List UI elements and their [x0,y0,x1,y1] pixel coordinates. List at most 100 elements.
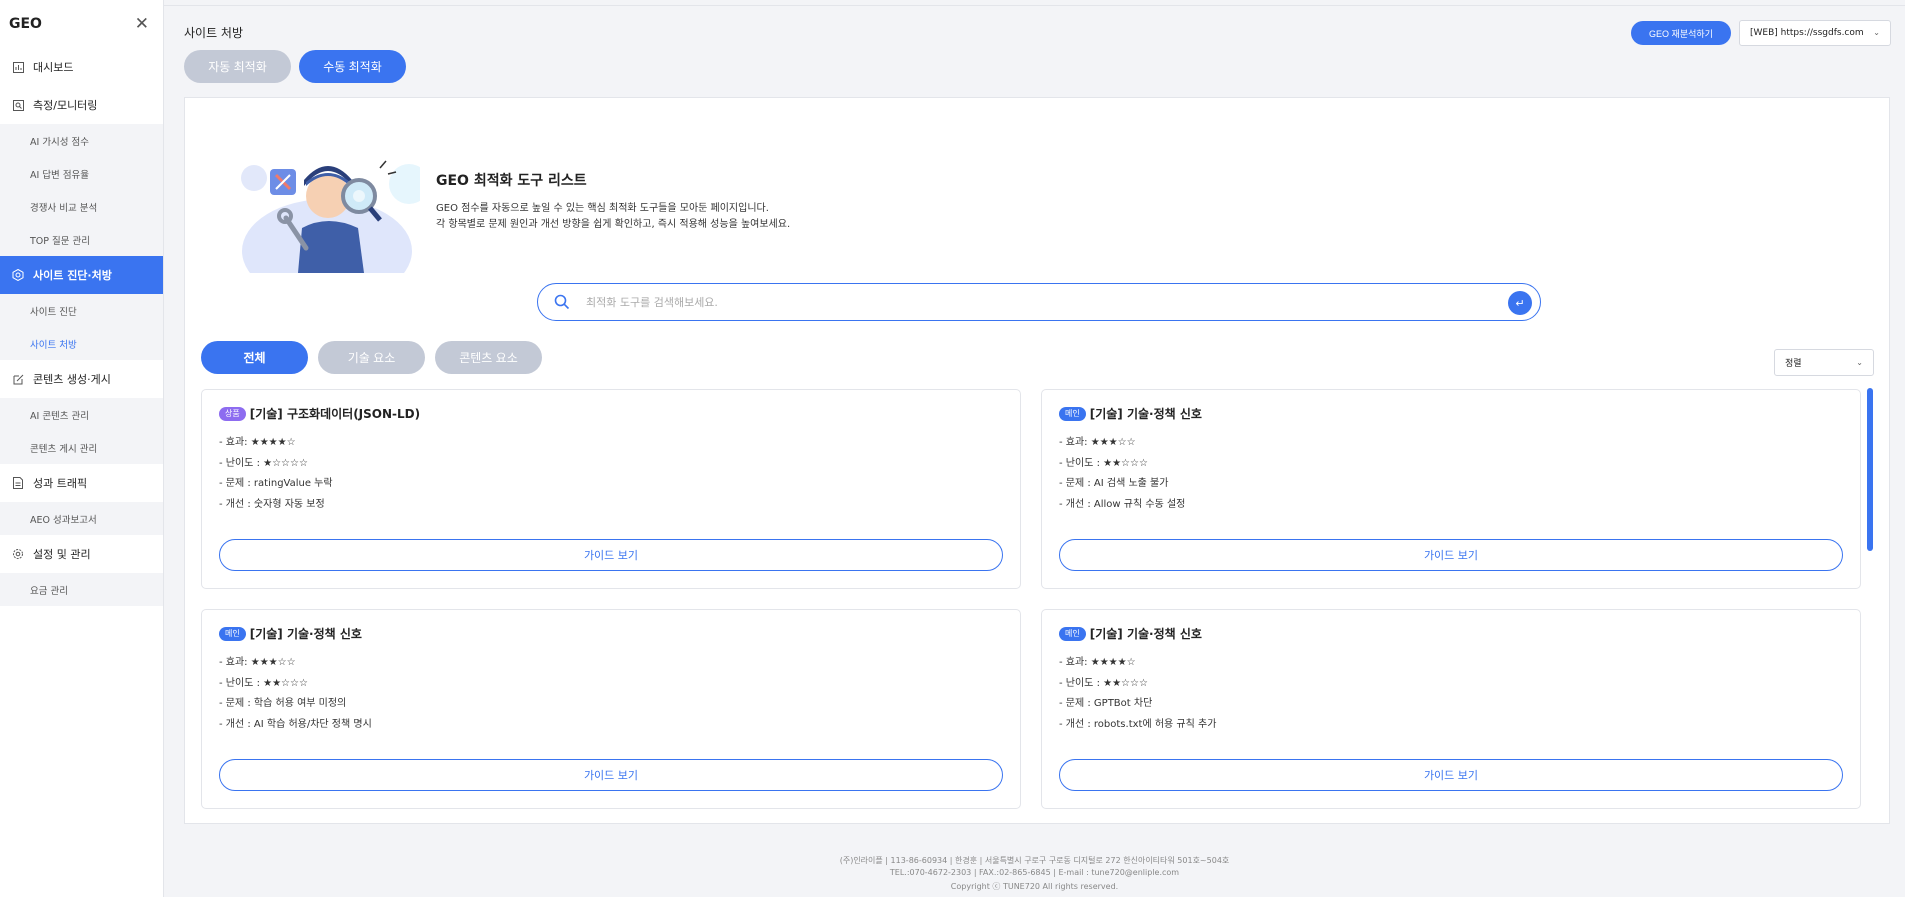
sidebar-sub-billing[interactable]: 요금 관리 [0,573,163,606]
footer-contact: TEL.:070-4672-2303 | FAX.:02-865-6845 | … [889,868,1180,877]
chevron-down-icon: ⌄ [1873,28,1880,37]
sidebar-sub-content-publish[interactable]: 콘텐츠 게시 관리 [0,431,163,464]
card-effect: - 효과: ★★★☆☆ [219,657,296,668]
sidebar-sub-top-questions[interactable]: TOP 질문 관리 [0,223,163,256]
sidebar: GEO ✕ 대시보드 측정/모니터링 AI 가시성 점수 AI 답변 점유율 경… [0,0,164,897]
nav-group-dashboard: 대시보드 [0,48,163,86]
sort-value: 정렬 [1785,359,1802,369]
card-effect: - 효과: ★★★☆☆ [1059,437,1136,448]
card-difficulty: - 난이도 : ★★☆☆☆ [219,678,308,689]
category-badge: 상품 [219,406,246,421]
sidebar-sub-competitor[interactable]: 경쟁사 비교 분석 [0,190,163,223]
hero-description: 각 항목별로 문제 원인과 개선 방향을 쉽게 확인하고, 즉시 적용해 성능을… [436,219,791,230]
search-input[interactable] [586,292,1486,312]
sidebar-sub-ai-content[interactable]: AI 콘텐츠 관리 [0,398,163,431]
card-difficulty: - 난이도 : ★☆☆☆☆ [219,458,308,469]
site-select[interactable]: [WEB] https://ssgdfs.com ⌄ [1739,20,1891,46]
sidebar-item-label: 사이트 진단·처방 [33,269,112,282]
enter-icon[interactable]: ↵ [1508,291,1532,315]
nav-group-monitoring: 측정/모니터링 AI 가시성 점수 AI 답변 점유율 경쟁사 비교 분석 TO… [0,86,163,256]
sidebar-item-label: 설정 및 관리 [33,548,91,561]
guide-button[interactable]: 가이드 보기 [1059,539,1843,571]
card-title: [기술] 기술·정책 신호 [1089,627,1202,641]
footer-company-info: (주)인라이플 | 113-86-60934 | 한경훈 | 서울특별시 구로구… [839,856,1230,865]
card-problem: - 문제 : AI 검색 노출 불가 [1059,478,1169,489]
card-difficulty: - 난이도 : ★★☆☆☆ [1059,458,1148,469]
card-effect: - 효과: ★★★★☆ [1059,657,1136,668]
sidebar-sub-aeo-report[interactable]: AEO 성과보고서 [0,502,163,535]
chevron-down-icon: ⌄ [1856,358,1863,367]
scrollbar[interactable] [1867,388,1873,551]
sidebar-item-content[interactable]: 콘텐츠 생성·게시 [0,360,163,398]
nav-group-settings: 설정 및 관리 요금 관리 [0,535,163,606]
guide-button[interactable]: 가이드 보기 [219,539,1003,571]
card-problem: - 문제 : ratingValue 누락 [219,478,333,489]
sidebar-item-label: 대시보드 [33,61,74,74]
reanalyze-button[interactable]: GEO 재분석하기 [1631,21,1731,45]
card-title: [기술] 기술·정책 신호 [1089,407,1202,421]
close-icon[interactable]: ✕ [135,14,149,34]
sidebar-item-label: 측정/모니터링 [33,99,98,112]
guide-button[interactable]: 가이드 보기 [219,759,1003,791]
sidebar-sub-site-diagnosis[interactable]: 사이트 진단 [0,294,163,327]
card-header: 상품 [기술] 구조화데이터(JSON-LD) [219,405,420,422]
card-title: [기술] 기술·정책 신호 [249,627,362,641]
top-divider [164,5,1905,6]
sidebar-item-label: 콘텐츠 생성·게시 [33,373,111,386]
logo: GEO [9,16,42,32]
submenu-settings: 요금 관리 [0,573,163,606]
site-select-value: [WEB] https://ssgdfs.com [1750,28,1864,38]
card-problem: - 문제 : 학습 허용 여부 미정의 [219,698,347,709]
card-difficulty: - 난이도 : ★★☆☆☆ [1059,678,1148,689]
hero-description: GEO 점수를 자동으로 높일 수 있는 핵심 최적화 도구들을 모아둔 페이지… [436,203,769,214]
sidebar-item-diagnosis[interactable]: 사이트 진단·처방 [0,256,163,294]
card-improve: - 개선 : 숫자형 자동 보정 [219,499,325,510]
category-badge: 메인 [1059,406,1086,421]
submenu-performance: AEO 성과보고서 [0,502,163,535]
sidebar-item-settings[interactable]: 설정 및 관리 [0,535,163,573]
settings-icon [12,548,24,560]
tool-card: 메인 [기술] 기술·정책 신호 - 효과: ★★★☆☆ - 난이도 : ★★☆… [1041,389,1861,589]
sidebar-item-performance[interactable]: 성과 트래픽 [0,464,163,502]
filter-all[interactable]: 전체 [201,341,308,374]
nav-group-content: 콘텐츠 생성·게시 AI 콘텐츠 관리 콘텐츠 게시 관리 [0,360,163,464]
sidebar-item-monitoring[interactable]: 측정/모니터링 [0,86,163,124]
footer-copyright: Copyright ⓒ TUNE720 All rights reserved. [950,882,1119,891]
sort-select[interactable]: 정렬 ⌄ [1774,349,1874,376]
category-badge: 메인 [219,626,246,641]
sidebar-item-dashboard[interactable]: 대시보드 [0,48,163,86]
card-title: [기술] 구조화데이터(JSON-LD) [249,407,421,421]
sidebar-sub-site-prescription[interactable]: 사이트 처방 [0,327,163,360]
card-header: 메인 [기술] 기술·정책 신호 [219,625,362,642]
submenu-diagnosis: 사이트 진단 사이트 처방 [0,294,163,360]
hero-title: GEO 최적화 도구 리스트 [436,173,587,189]
card-improve: - 개선 : robots.txt에 허용 규칙 추가 [1059,719,1217,730]
search-icon [554,294,570,313]
nav-group-diagnosis: 사이트 진단·처방 사이트 진단 사이트 처방 [0,256,163,360]
tab-manual-optimize[interactable]: 수동 최적화 [299,50,406,83]
tool-card: 메인 [기술] 기술·정책 신호 - 효과: ★★★★☆ - 난이도 : ★★☆… [1041,609,1861,809]
tools-panel: GEO 최적화 도구 리스트 GEO 점수를 자동으로 높일 수 있는 핵심 최… [184,97,1890,824]
search-bar: ↵ [537,283,1541,321]
sidebar-item-label: 성과 트래픽 [33,477,88,490]
filter-content[interactable]: 콘텐츠 요소 [435,341,542,374]
card-improve: - 개선 : AI 학습 허용/차단 정책 명시 [219,719,372,730]
guide-button[interactable]: 가이드 보기 [1059,759,1843,791]
card-header: 메인 [기술] 기술·정책 신호 [1059,405,1202,422]
sidebar-sub-ai-share[interactable]: AI 답변 점유율 [0,157,163,190]
tool-card: 상품 [기술] 구조화데이터(JSON-LD) - 효과: ★★★★☆ - 난이… [201,389,1021,589]
page-title: 사이트 처방 [184,26,244,40]
document-icon [12,477,24,489]
chart-icon [12,61,24,73]
sidebar-sub-ai-visibility[interactable]: AI 가시성 점수 [0,124,163,157]
gear-hex-icon [12,269,24,281]
filter-tech[interactable]: 기술 요소 [318,341,425,374]
tab-auto-optimize[interactable]: 자동 최적화 [184,50,291,83]
submenu-content: AI 콘텐츠 관리 콘텐츠 게시 관리 [0,398,163,464]
main-content: 사이트 처방 GEO 재분석하기 [WEB] https://ssgdfs.co… [164,0,1905,897]
edit-icon [12,373,24,385]
card-header: 메인 [기술] 기술·정책 신호 [1059,625,1202,642]
nav-group-performance: 성과 트래픽 AEO 성과보고서 [0,464,163,535]
card-effect: - 효과: ★★★★☆ [219,437,296,448]
hero-illustration [240,156,429,303]
